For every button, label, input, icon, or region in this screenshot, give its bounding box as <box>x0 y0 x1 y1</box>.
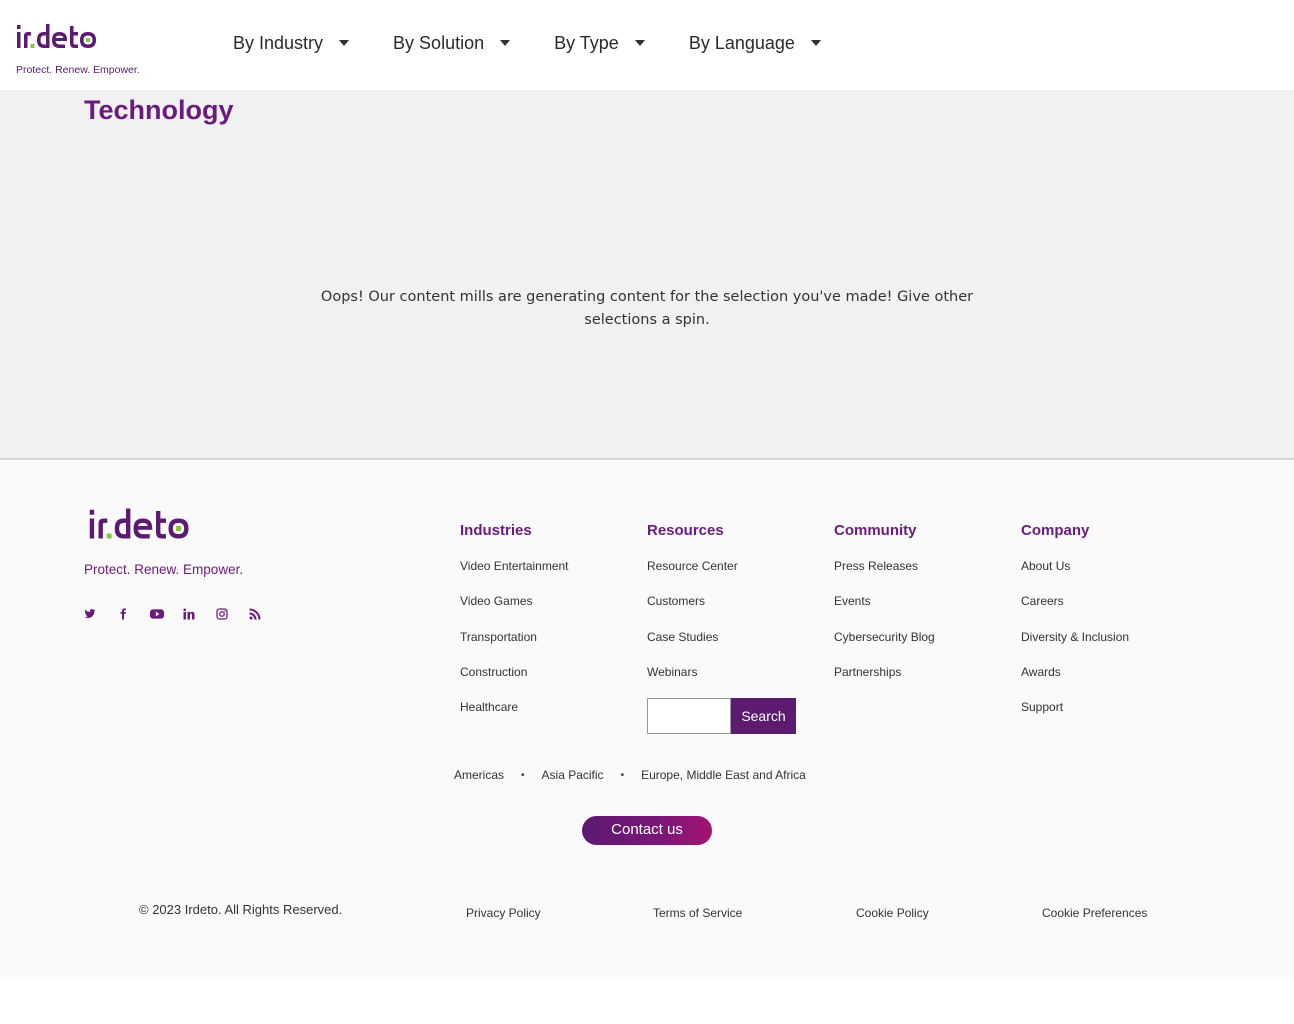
footer-link[interactable]: About Us <box>1021 559 1129 594</box>
terms-of-service-link[interactable]: Terms of Service <box>653 906 742 920</box>
site-header: Protect. Renew. Empower. By Industry By … <box>0 0 1294 90</box>
footer-link[interactable]: Cybersecurity Blog <box>834 630 935 665</box>
footer-link[interactable]: Diversity & Inclusion <box>1021 630 1129 665</box>
nav-label: By Type <box>554 32 619 53</box>
page-title: Technology <box>84 95 234 125</box>
footer-link[interactable]: Careers <box>1021 594 1129 629</box>
footer-link[interactable]: Awards <box>1021 665 1129 700</box>
footer-link[interactable]: Customers <box>647 594 738 629</box>
linkedin-icon[interactable] <box>183 608 197 622</box>
footer-link[interactable]: Press Releases <box>834 559 935 594</box>
empty-state-message: Oops! Our content mills are generating c… <box>320 289 974 328</box>
logo-tagline: Protect. Renew. Empower. <box>16 64 140 76</box>
caret-down-icon <box>500 40 511 46</box>
footer-search: Search <box>647 698 796 734</box>
footer-col-company: Company About Us Careers Diversity & Inc… <box>1021 522 1129 735</box>
footer-link[interactable]: Video Entertainment <box>460 559 569 594</box>
footer-col-title: Resources <box>647 522 724 539</box>
footer-link[interactable]: Construction <box>460 665 569 700</box>
region-americas-link[interactable]: Americas <box>454 768 504 782</box>
caret-down-icon <box>634 40 645 46</box>
irdeto-logo-mark <box>89 508 189 539</box>
nav-by-industry[interactable]: By Industry <box>233 30 350 56</box>
nav-label: By Solution <box>393 32 485 53</box>
footer-logo[interactable]: Protect. Renew. Empower. <box>84 506 243 577</box>
cookie-preferences-link[interactable]: Cookie Preferences <box>1042 906 1147 920</box>
footer-col-industries: Industries Video Entertainment Video Gam… <box>460 522 569 735</box>
separator-dot: • <box>620 769 625 781</box>
irdeto-logo[interactable]: Protect. Renew. Empower. <box>16 22 141 78</box>
search-input[interactable] <box>647 698 731 734</box>
site-footer: Protect. Renew. Empower. Industries Vide… <box>0 462 1294 977</box>
privacy-policy-link[interactable]: Privacy Policy <box>466 906 541 920</box>
footer-col-resources: Resources Resource Center Customers Case… <box>647 522 738 700</box>
main-content: Technology Oops! Our content mills are g… <box>0 90 1294 460</box>
caret-down-icon <box>810 40 821 46</box>
nav-by-type[interactable]: By Type <box>554 30 645 56</box>
rss-icon[interactable] <box>249 608 263 622</box>
cookie-policy-link[interactable]: Cookie Policy <box>856 906 929 920</box>
footer-logo-tagline: Protect. Renew. Empower. <box>84 562 244 577</box>
footer-col-title: Community <box>834 522 917 539</box>
irdeto-logo-mark <box>17 24 96 48</box>
footer-link[interactable]: Video Games <box>460 594 569 629</box>
nav-by-solution[interactable]: By Solution <box>393 30 511 56</box>
footer-link[interactable]: Webinars <box>647 665 738 700</box>
region-asia-pacific-link[interactable]: Asia Pacific <box>542 768 604 782</box>
region-links: Americas • Asia Pacific • Europe, Middle… <box>454 768 806 782</box>
region-emea-link[interactable]: Europe, Middle East and Africa <box>641 768 806 782</box>
caret-down-icon <box>339 40 350 46</box>
copyright-text: © 2023 Irdeto. All Rights Reserved. <box>139 902 343 917</box>
footer-link[interactable]: Partnerships <box>834 665 935 700</box>
footer-link[interactable]: Transportation <box>460 630 569 665</box>
footer-col-community: Community Press Releases Events Cybersec… <box>834 522 935 700</box>
footer-link[interactable]: Resource Center <box>647 559 738 594</box>
separator-dot: • <box>521 769 525 781</box>
nav-by-language[interactable]: By Language <box>689 30 821 56</box>
footer-link[interactable]: Support <box>1021 700 1129 735</box>
nav-label: By Language <box>688 32 795 53</box>
main-nav: By Industry By Solution By Type By Langu… <box>233 30 865 56</box>
nav-label: By Industry <box>233 32 324 53</box>
footer-link[interactable]: Case Studies <box>647 630 738 665</box>
youtube-icon[interactable] <box>150 608 164 622</box>
footer-link[interactable]: Events <box>834 594 935 629</box>
social-links <box>84 608 282 622</box>
search-button[interactable]: Search <box>731 698 796 734</box>
footer-col-title: Industries <box>460 522 532 539</box>
instagram-icon[interactable] <box>216 608 230 622</box>
footer-link[interactable]: Healthcare <box>460 700 569 735</box>
twitter-icon[interactable] <box>84 608 98 622</box>
contact-us-button[interactable]: Contact us <box>582 816 712 845</box>
footer-col-title: Company <box>1021 522 1090 539</box>
facebook-icon[interactable] <box>117 608 131 622</box>
